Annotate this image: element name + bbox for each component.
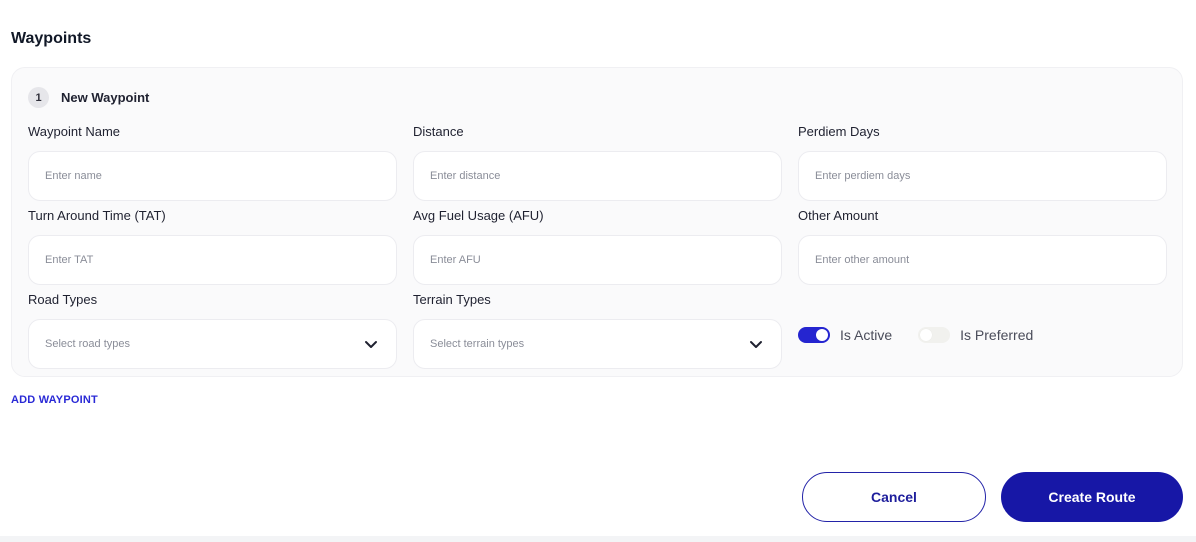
waypoint-name-placeholder: Enter name: [45, 170, 102, 182]
terrain-types-placeholder: Select terrain types: [430, 338, 525, 350]
is-active-toggle[interactable]: [798, 327, 830, 343]
perdiem-days-field: Perdiem Days Enter perdiem days: [798, 123, 1168, 201]
distance-placeholder: Enter distance: [430, 170, 501, 182]
chevron-down-icon[interactable]: [747, 335, 765, 353]
terrain-types-label: Terrain Types: [413, 292, 491, 307]
afu-input[interactable]: Enter AFU: [413, 235, 782, 285]
terrain-types-field: Terrain Types Select terrain types: [413, 291, 783, 369]
tat-placeholder: Enter TAT: [45, 254, 94, 266]
perdiem-days-placeholder: Enter perdiem days: [815, 170, 911, 182]
tat-field: Turn Around Time (TAT) Enter TAT: [28, 207, 398, 285]
chevron-down-icon[interactable]: [362, 335, 380, 353]
road-types-label: Road Types: [28, 292, 98, 307]
create-route-button[interactable]: Create Route: [1001, 472, 1183, 522]
road-types-select[interactable]: Select road types: [28, 319, 397, 369]
afu-label: Avg Fuel Usage (AFU): [413, 208, 544, 223]
perdiem-days-input[interactable]: Enter perdiem days: [798, 151, 1167, 201]
section-title: Waypoints: [11, 30, 92, 47]
road-types-placeholder: Select road types: [45, 338, 130, 350]
add-waypoint-link[interactable]: ADD WAYPOINT: [11, 394, 98, 406]
distance-input[interactable]: Enter distance: [413, 151, 782, 201]
other-amount-label: Other Amount: [798, 208, 879, 223]
road-types-field: Road Types Select road types: [28, 291, 398, 369]
waypoint-index-badge: 1: [28, 87, 49, 108]
other-amount-input[interactable]: Enter other amount: [798, 235, 1167, 285]
is-preferred-toggle[interactable]: [918, 327, 951, 343]
waypoint-card: 1 New Waypoint Waypoint Name Enter name …: [11, 67, 1183, 377]
other-amount-placeholder: Enter other amount: [815, 254, 910, 266]
afu-field: Avg Fuel Usage (AFU) Enter AFU: [413, 207, 783, 285]
waypoint-name-input[interactable]: Enter name: [28, 151, 397, 201]
waypoint-name-field: Waypoint Name Enter name: [28, 123, 398, 201]
toggle-knob: [816, 329, 828, 341]
toggle-knob: [920, 329, 933, 341]
distance-field: Distance Enter distance: [413, 123, 783, 201]
perdiem-days-label: Perdiem Days: [798, 124, 880, 139]
waypoint-header: 1 New Waypoint: [28, 87, 149, 108]
create-route-page: Waypoints 1 New Waypoint Waypoint Name E…: [0, 0, 1196, 542]
tat-input[interactable]: Enter TAT: [28, 235, 397, 285]
is-preferred-label: Is Preferred: [960, 327, 1034, 343]
distance-label: Distance: [413, 124, 464, 139]
footer-divider: [0, 536, 1196, 542]
toggle-group: Is Active Is Preferred: [798, 326, 1033, 344]
cancel-button[interactable]: Cancel: [802, 472, 986, 522]
is-active-label: Is Active: [840, 327, 893, 343]
waypoint-name-label: Waypoint Name: [28, 124, 120, 139]
terrain-types-select[interactable]: Select terrain types: [413, 319, 782, 369]
waypoint-title: New Waypoint: [61, 90, 150, 105]
other-amount-field: Other Amount Enter other amount: [798, 207, 1168, 285]
tat-label: Turn Around Time (TAT): [28, 208, 166, 223]
afu-placeholder: Enter AFU: [430, 254, 481, 266]
